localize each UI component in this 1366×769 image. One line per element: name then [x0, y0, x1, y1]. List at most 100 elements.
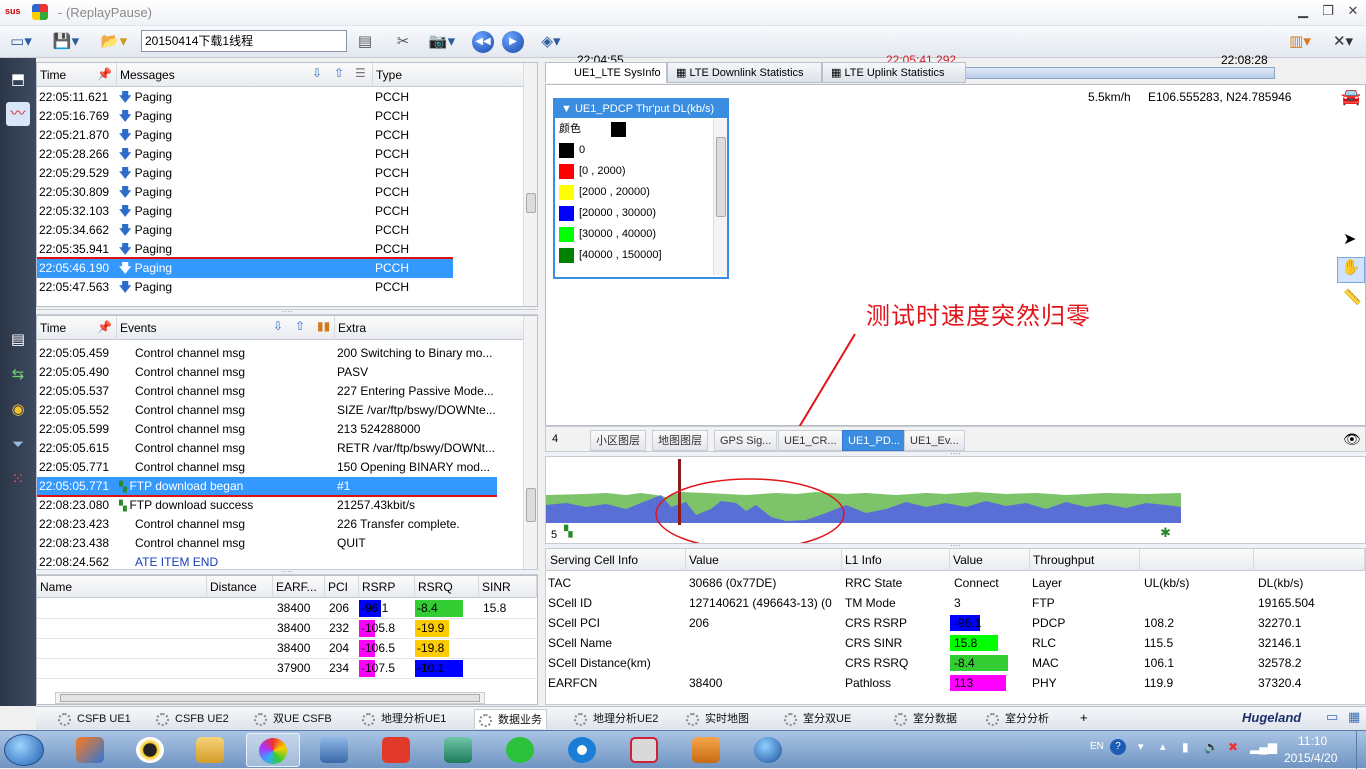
message-row[interactable]: 22:05:21.870 🡇 Paging PCCH [37, 126, 523, 145]
save-icon[interactable]: 💾▾ [48, 30, 84, 54]
event-row[interactable]: 22:08:23.080 ▚ FTP download success 21257.… [37, 496, 497, 515]
task-notes[interactable] [680, 733, 734, 767]
col-extra[interactable]: Extra [335, 316, 537, 340]
folder-icon[interactable]: ▭ [1326, 709, 1338, 725]
maximize-button[interactable]: ❐ [1317, 3, 1339, 21]
col-l1-value[interactable]: Value [950, 549, 1030, 571]
chart-icon[interactable]: 〰 [6, 102, 30, 126]
col-name[interactable]: Name [37, 576, 207, 598]
col-distance[interactable]: Distance [207, 576, 273, 598]
legend-title[interactable]: ▼ UE1_PDCP Thr'put DL(kb/s) [555, 100, 727, 118]
col-pci[interactable]: PCI [325, 576, 359, 598]
events-stats-icon[interactable]: ▮▮ [317, 319, 330, 333]
task-earth[interactable] [742, 733, 796, 767]
lang-indicator[interactable]: EN [1090, 741, 1104, 752]
workspace-tab[interactable]: 室分数据 [890, 709, 961, 729]
help-icon[interactable]: ? [1110, 739, 1126, 755]
legend-item[interactable]: [2000 , 20000) [559, 182, 709, 203]
col-rsrq[interactable]: RSRQ [415, 576, 479, 598]
message-row[interactable]: 22:05:30.809 🡇 Paging PCCH [37, 183, 523, 202]
workspace-tab[interactable]: 地理分析UE2 [570, 709, 662, 729]
event-row[interactable]: 22:08:23.423 Control channel msg 226 Trans… [37, 515, 497, 534]
event-row[interactable]: 22:05:05.459 Control channel msg 200 Switc… [37, 344, 497, 363]
scroll-down-icon[interactable]: ⇩ [312, 66, 322, 80]
tray-chevron-icon[interactable]: ▾ [1138, 740, 1144, 753]
legend-item[interactable]: [40000 , 150000] [559, 245, 709, 266]
layout-icon[interactable]: ▦ [1348, 709, 1360, 725]
layer-tab[interactable]: GPS Sig... [714, 430, 778, 451]
message-row[interactable]: 22:05:32.103 🡇 Paging PCCH [37, 202, 523, 221]
legend-item[interactable]: [30000 , 40000) [559, 224, 709, 245]
neighbor-row[interactable]: 38400 206 -96.1 -8.4 15.8 [37, 599, 537, 619]
message-row[interactable]: 22:05:29.529 🡇 Paging PCCH [37, 164, 523, 183]
open-folder-icon[interactable]: 📂▾ [96, 30, 132, 54]
scroll-up-icon[interactable]: ⇧ [334, 66, 344, 80]
clock-time[interactable]: 11:10 [1298, 734, 1327, 748]
messages-scrollbar[interactable] [523, 63, 537, 306]
col-serving-value[interactable]: Value [686, 549, 842, 571]
show-desktop-button[interactable] [1356, 731, 1366, 769]
volume-icon[interactable]: 🔈 [1204, 740, 1219, 754]
task-wechat[interactable] [494, 733, 548, 767]
filter-icon[interactable]: ⏷ [6, 433, 30, 457]
task-app-1[interactable] [64, 733, 118, 767]
network-icon[interactable]: ✖ [1228, 740, 1238, 754]
task-explorer[interactable] [184, 733, 238, 767]
event-row[interactable]: 22:05:05.552 Control channel msg SIZE /var… [37, 401, 497, 420]
start-button[interactable] [4, 734, 44, 766]
camera-icon[interactable]: 📷▾ [424, 30, 460, 54]
task-security[interactable] [432, 733, 486, 767]
layer-tab[interactable]: 地图图层 [652, 430, 708, 451]
legend-scrollbar[interactable] [713, 119, 727, 275]
workspace-tab[interactable]: 地理分析UE1 [358, 709, 450, 729]
workspace-icon[interactable]: ⬒ [6, 68, 30, 92]
eye-icon[interactable]: 👁 [1343, 431, 1361, 448]
list-icon[interactable]: ☰ [355, 66, 366, 80]
events-scrollbar[interactable] [523, 316, 537, 569]
message-row[interactable]: 22:05:34.662 🡇 Paging PCCH [37, 221, 523, 240]
marker-icon[interactable]: ◈▾ [533, 30, 569, 54]
file-selector[interactable]: 20150414下载1线程 [141, 30, 347, 52]
events-scroll-up-icon[interactable]: ⇧ [295, 319, 305, 333]
events-pin-icon[interactable]: 📌 [97, 320, 112, 334]
layer-tab[interactable]: 小区图层 [590, 430, 646, 451]
message-row[interactable]: 22:05:46.190 🡇 Paging PCCH [37, 257, 523, 278]
legend-item[interactable]: [20000 , 30000) [559, 203, 709, 224]
report-icon[interactable]: ▥▾ [1282, 30, 1318, 54]
task-viewer[interactable] [308, 733, 362, 767]
events-scroll-down-icon[interactable]: ⇩ [273, 319, 283, 333]
col-rsrp[interactable]: RSRP [359, 576, 415, 598]
transfer-icon[interactable]: ⇆ [6, 363, 30, 387]
col-earfcn[interactable]: EARF... [273, 576, 325, 598]
tray-expand-icon[interactable]: ▴ [1160, 740, 1166, 753]
neighbor-row[interactable]: 37900 234 -107.5 -10.1 [37, 659, 537, 679]
task-active-app[interactable] [246, 733, 300, 767]
settings-icon[interactable]: ✕▾ [1324, 30, 1362, 54]
event-row[interactable]: 22:05:05.771 Control channel msg 150 Openi… [37, 458, 497, 477]
close-button[interactable]: ✕ [1342, 3, 1364, 21]
col-serving[interactable]: Serving Cell Info [546, 549, 686, 571]
rewind-icon[interactable]: ◀◀ [472, 31, 494, 53]
pin-icon[interactable]: 📌 [97, 67, 112, 81]
tools-icon[interactable]: ✂ [390, 30, 416, 54]
event-row[interactable]: 22:05:05.537 Control channel msg 227 Enter… [37, 382, 497, 401]
message-row[interactable]: 22:05:28.266 🡇 Paging PCCH [37, 145, 523, 164]
col-l1[interactable]: L1 Info [842, 549, 950, 571]
clock-date[interactable]: 2015/4/20 [1284, 751, 1337, 765]
trend-chart[interactable]: 5 ▚ ✱ [545, 456, 1366, 545]
battery-icon[interactable]: ▮ [1182, 740, 1189, 754]
scatter-icon[interactable]: ⁙ [6, 468, 30, 492]
message-row[interactable]: 22:05:47.563 🡇 Paging PCCH [37, 278, 523, 297]
signal-icon[interactable]: ▂▄▆ [1250, 740, 1277, 754]
legend-item[interactable]: 0 [559, 140, 709, 161]
add-tab-icon[interactable]: + [1080, 710, 1088, 725]
task-qq[interactable] [124, 733, 178, 767]
log-icon[interactable]: ▤ [352, 30, 378, 54]
event-row[interactable]: 22:05:05.771 ▚ FTP download began #1 [37, 477, 497, 497]
neighbor-hscrollbar[interactable] [55, 692, 485, 704]
tab-sysinfo[interactable]: UE1_LTE SysInfo [545, 62, 667, 83]
message-row[interactable]: 22:05:16.769 🡇 Paging PCCH [37, 107, 523, 126]
play-icon[interactable]: ▶ [502, 31, 524, 53]
minimize-button[interactable]: ▁ [1292, 3, 1314, 21]
layer-tab[interactable]: UE1_PD... [842, 430, 906, 451]
